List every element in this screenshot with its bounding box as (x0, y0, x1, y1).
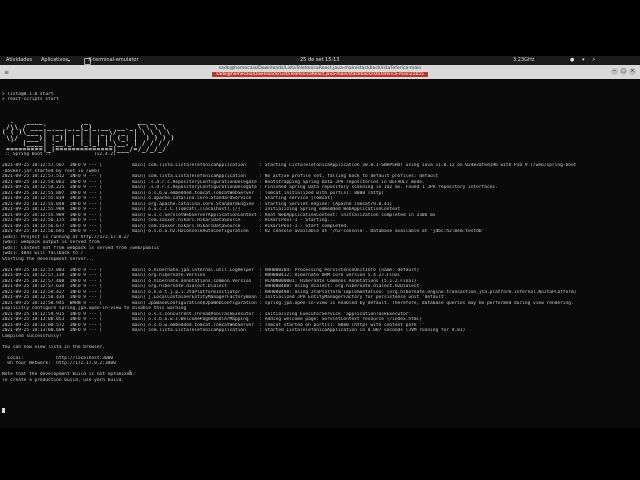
letterbox-bottom (0, 428, 640, 480)
maximize-button[interactable]: □ (620, 68, 627, 75)
active-app-name: X-terminal-emulator (88, 57, 139, 63)
minimize-button[interactable]: − (611, 68, 618, 75)
cpu-frequency[interactable]: 3.23GHz (513, 56, 534, 65)
activities-button[interactable]: Atividades (6, 56, 32, 65)
system-tray-icons[interactable]: ● ▾ ⚡ (570, 56, 599, 65)
letterbox-top (0, 0, 640, 56)
chevron-down-icon: ▾ (68, 58, 71, 63)
tab-title[interactable]: sado@homecaia/Downloads/ListaTelefonicaR… (212, 72, 428, 77)
terminal-titlebar[interactable]: ≡ sado@homecaia/Downloads/ListaTelefonic… (0, 65, 640, 79)
system-top-bar: Atividades Aplicativos ▾ X-terminal-emul… (0, 56, 640, 65)
text-cursor-icon: I (129, 369, 132, 377)
terminal-output[interactable]: > lista@0.1.0 start > react-scripts start… (0, 79, 640, 428)
applications-menu[interactable]: Aplicativos (41, 56, 68, 65)
clock[interactable]: 25 de set 15:13 (300, 56, 339, 65)
window-title: sado@homecaia/Downloads/ListaTelefonicaR… (218, 66, 422, 71)
terminal-cursor (2, 408, 5, 413)
close-button[interactable]: × (629, 68, 636, 75)
terminal-line: 2021-09-25 18:12:57.567 INFO 9 --- [ mai… (2, 163, 577, 168)
active-app-label[interactable]: X-terminal-emulator (85, 56, 139, 65)
window-subtitle: sado@homecaia/Downloads/ListaTelefonicaR… (0, 72, 640, 78)
terminal-lines: > lista@0.1.0 start > react-scripts start… (2, 86, 638, 389)
